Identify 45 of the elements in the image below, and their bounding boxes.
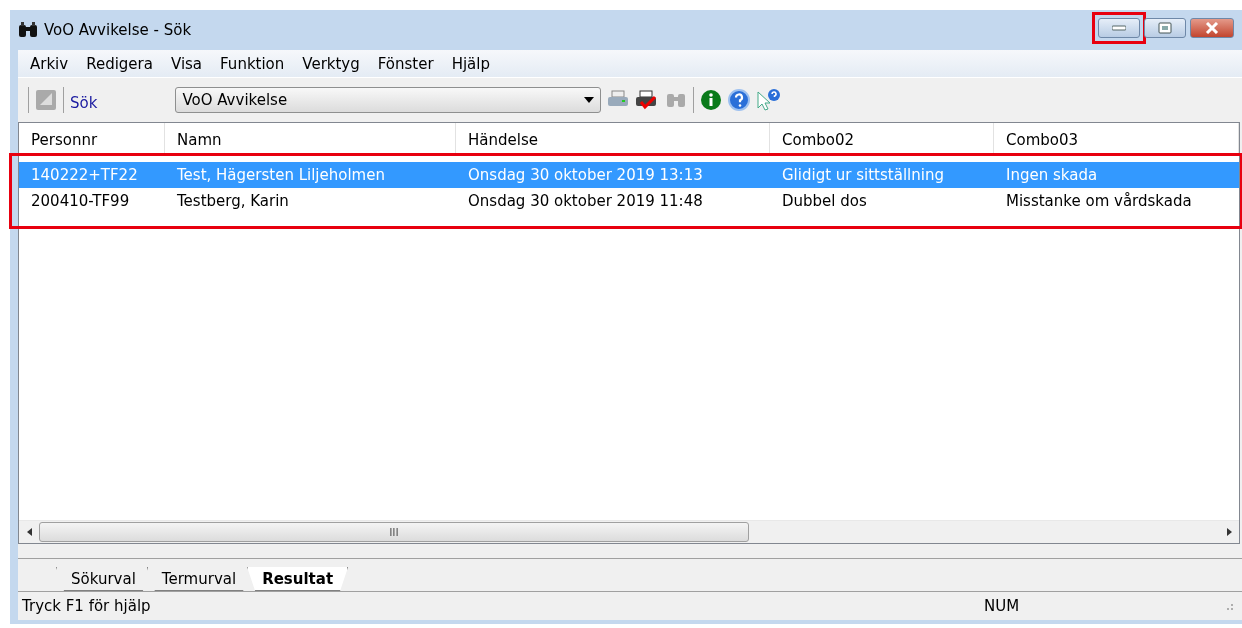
table-cell-text: 140222+TF22 (30, 166, 139, 184)
table-cell-text: Misstanke om vårdskada (1005, 192, 1193, 210)
table-cell-text: Test, Hägersten Liljeholmen (176, 166, 386, 184)
close-button[interactable] (1190, 18, 1234, 38)
info-icon[interactable] (700, 89, 723, 111)
resize-grip-icon[interactable] (1224, 601, 1234, 611)
column-header[interactable]: Namn (165, 123, 456, 155)
table-cell-text: Dubbel dos (781, 192, 868, 210)
scrollbar-thumb[interactable]: III (39, 522, 749, 542)
table-cell-text: 200410-TF99 (30, 192, 131, 210)
help-icon[interactable] (728, 89, 751, 111)
table-cell-text: Onsdag 30 oktober 2019 11:48 (467, 192, 704, 210)
column-header[interactable]: Combo02 (770, 123, 994, 155)
table-cell-text: Glidigt ur sittställning (781, 166, 945, 184)
caret-icon (584, 97, 595, 103)
menu-item[interactable]: Redigera (78, 54, 161, 73)
right-arrow-icon[interactable] (1226, 528, 1232, 536)
binoculars-icon (18, 21, 38, 39)
horizontal-scrollbar[interactable]: III (19, 520, 1239, 543)
column-header[interactable]: Combo03 (994, 123, 1239, 155)
table-row[interactable]: 200410-TF99 Testberg, Karin Onsdag 30 oktober 2019 11:48 Dubbel dos Misstanke om vårdskada (19, 188, 1239, 214)
menu-item[interactable]: Visa (162, 54, 211, 73)
dropdown[interactable]: VoO Avvikelse (175, 87, 602, 113)
pointer-help-icon[interactable] (756, 88, 783, 112)
menu-item[interactable]: Fönster (369, 54, 442, 73)
maximize-button[interactable] (1144, 18, 1186, 38)
minimize-icon (1112, 25, 1126, 31)
maximize-icon (1158, 22, 1172, 34)
table-cell-text: Onsdag 30 oktober 2019 13:13 (467, 166, 704, 184)
status-message: Tryck F1 för hjälp (21, 597, 152, 615)
left-arrow-icon[interactable] (26, 528, 32, 536)
search-label[interactable]: Sök (70, 94, 98, 112)
table-cell-text: Testberg, Karin (176, 192, 290, 210)
tab[interactable]: Resultat (247, 567, 349, 591)
table-cell-text: Ingen skada (1005, 166, 1099, 184)
close-icon (1205, 22, 1219, 34)
window-title: VoO Avvikelse - Sök (44, 21, 192, 39)
column-header[interactable]: Händelse (456, 123, 770, 155)
minimize-button[interactable] (1098, 18, 1140, 38)
num-lock-indicator: NUM (984, 597, 1021, 615)
column-header[interactable]: Personnr (19, 123, 165, 155)
menu-item[interactable]: Hjälp (443, 54, 498, 73)
menu-item[interactable]: Arkiv (22, 54, 77, 73)
menu-item[interactable]: Verktyg (294, 54, 368, 73)
menu-item[interactable]: Funktion (212, 54, 293, 73)
